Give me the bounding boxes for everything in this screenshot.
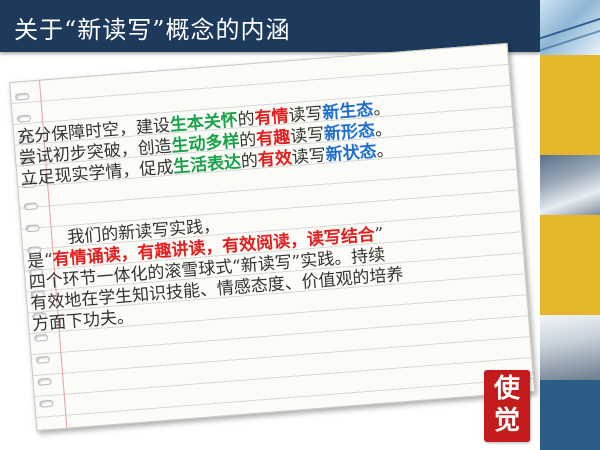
seal-logo: 使 觉 [484, 370, 530, 442]
gold-tile-lower [540, 215, 600, 315]
blue-tile [540, 380, 600, 450]
decorative-image-strip [540, 0, 600, 450]
page-title: 关于“新读写”概念的内涵 [14, 16, 291, 44]
laptop-photo-tile [540, 155, 600, 215]
gold-tile [540, 55, 600, 155]
hand-keyboard-photo-tile [540, 315, 600, 380]
title-bar: 关于“新读写”概念的内涵 [0, 0, 540, 52]
seal-char-2: 觉 [493, 406, 520, 436]
notebook-card: 充分保障时空，建设生本关怀的有情读写新生态。 尝试初步突破，创造生动多样的有趣读… [9, 42, 535, 432]
seal-char-1: 使 [493, 374, 520, 404]
chart-photo-tile [540, 0, 600, 55]
